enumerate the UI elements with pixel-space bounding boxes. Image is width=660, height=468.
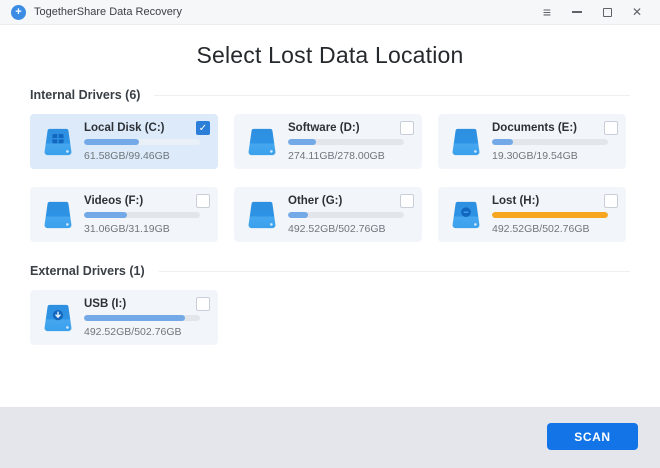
drive-checkbox[interactable]: [604, 194, 618, 208]
drive-info: USB (I:) 492.52GB/502.76GB: [84, 298, 200, 338]
capacity-bar-fill: [492, 212, 608, 218]
page-title: Select Lost Data Location: [0, 42, 660, 69]
drive-card-videos-f[interactable]: Videos (F:) 31.06GB/31.19GB: [30, 187, 218, 242]
drive-name: Software (D:): [288, 122, 404, 134]
capacity-bar-fill: [492, 139, 513, 145]
hard-drive-icon: [449, 127, 483, 157]
minimize-icon: [572, 11, 582, 13]
drive-card-software-d[interactable]: Software (D:) 274.11GB/278.00GB: [234, 114, 422, 169]
drive-card-documents-e[interactable]: Documents (E:) 19.30GB/19.54GB: [438, 114, 626, 169]
drive-name: Lost (H:): [492, 195, 608, 207]
drive-checkbox[interactable]: [196, 297, 210, 311]
drive-size: 492.52GB/502.76GB: [492, 223, 608, 235]
close-button[interactable]: ✕: [622, 0, 652, 25]
drive-name: Documents (E:): [492, 122, 608, 134]
drive-info: Lost (H:) 492.52GB/502.76GB: [492, 195, 608, 235]
capacity-bar: [288, 139, 404, 145]
drive-size: 492.52GB/502.76GB: [288, 223, 404, 235]
hard-drive-icon: [41, 127, 75, 157]
external-drivers-label: External Drivers (1): [30, 264, 145, 278]
capacity-bar: [492, 212, 608, 218]
drive-card-local-disk-c[interactable]: Local Disk (C:) 61.58GB/99.46GB ✓: [30, 114, 218, 169]
capacity-bar: [84, 139, 200, 145]
drive-card-lost-h[interactable]: Lost (H:) 492.52GB/502.76GB: [438, 187, 626, 242]
drive-info: Software (D:) 274.11GB/278.00GB: [288, 122, 404, 162]
drive-checkbox[interactable]: [400, 194, 414, 208]
capacity-bar: [288, 212, 404, 218]
drive-checkbox[interactable]: [196, 194, 210, 208]
app-logo-icon: +: [11, 5, 26, 20]
external-drives-grid: USB (I:) 492.52GB/502.76GB: [30, 290, 630, 345]
capacity-bar-fill: [84, 315, 185, 321]
capacity-bar: [492, 139, 608, 145]
app-title: TogetherShare Data Recovery: [34, 6, 182, 18]
internal-drives-grid: Local Disk (C:) 61.58GB/99.46GB ✓ Softwa…: [30, 114, 630, 242]
drive-checkbox[interactable]: [604, 121, 618, 135]
drive-size: 492.52GB/502.76GB: [84, 326, 200, 338]
menu-button[interactable]: ≡: [532, 0, 562, 25]
hard-drive-icon: [245, 127, 279, 157]
hamburger-menu-icon: ≡: [543, 4, 551, 20]
drive-info: Other (G:) 492.52GB/502.76GB: [288, 195, 404, 235]
capacity-bar: [84, 315, 200, 321]
drive-size: 31.06GB/31.19GB: [84, 223, 200, 235]
capacity-bar-fill: [288, 139, 316, 145]
drive-card-usb-i[interactable]: USB (I:) 492.52GB/502.76GB: [30, 290, 218, 345]
close-icon: ✕: [632, 5, 642, 19]
usb-drive-icon: [41, 303, 75, 333]
capacity-bar: [84, 212, 200, 218]
internal-drivers-header: Internal Drivers (6): [30, 88, 630, 102]
drive-checkbox[interactable]: ✓: [196, 121, 210, 135]
drive-name: USB (I:): [84, 298, 200, 310]
capacity-bar-fill: [84, 139, 139, 145]
external-drivers-header: External Drivers (1): [30, 264, 630, 278]
drive-info: Documents (E:) 19.30GB/19.54GB: [492, 122, 608, 162]
drive-name: Other (G:): [288, 195, 404, 207]
maximize-button[interactable]: [592, 0, 622, 25]
drive-size: 61.58GB/99.46GB: [84, 150, 200, 162]
titlebar: + TogetherShare Data Recovery ≡ ✕: [0, 0, 660, 25]
internal-drivers-label: Internal Drivers (6): [30, 88, 140, 102]
divider-line: [159, 271, 630, 272]
drive-name: Videos (F:): [84, 195, 200, 207]
drive-checkbox[interactable]: [400, 121, 414, 135]
divider-line: [154, 95, 630, 96]
drive-info: Videos (F:) 31.06GB/31.19GB: [84, 195, 200, 235]
capacity-bar-fill: [288, 212, 308, 218]
minimize-button[interactable]: [562, 0, 592, 25]
scan-button[interactable]: SCAN: [547, 423, 638, 450]
capacity-bar-fill: [84, 212, 127, 218]
drive-info: Local Disk (C:) 61.58GB/99.46GB: [84, 122, 200, 162]
window-controls: ≡ ✕: [532, 0, 652, 25]
drive-size: 19.30GB/19.54GB: [492, 150, 608, 162]
lost-partition-icon: [449, 200, 483, 230]
hard-drive-icon: [245, 200, 279, 230]
maximize-icon: [603, 8, 612, 17]
drive-size: 274.11GB/278.00GB: [288, 150, 404, 162]
hard-drive-icon: [41, 200, 75, 230]
check-icon: ✓: [199, 123, 207, 134]
drive-name: Local Disk (C:): [84, 122, 200, 134]
footer-bar: SCAN: [0, 407, 660, 468]
main-content: Internal Drivers (6) Local Disk (C:) 61.…: [0, 88, 660, 345]
drive-card-other-g[interactable]: Other (G:) 492.52GB/502.76GB: [234, 187, 422, 242]
